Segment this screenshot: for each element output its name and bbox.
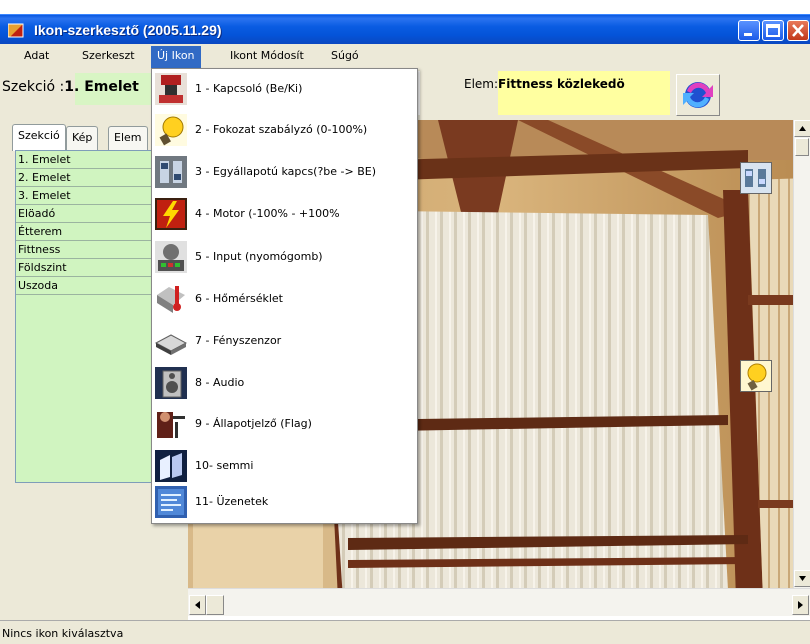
refresh-button[interactable] bbox=[676, 74, 720, 116]
scroll-down-button[interactable] bbox=[794, 570, 810, 587]
arrow-right-icon bbox=[798, 601, 803, 609]
close-button[interactable] bbox=[787, 20, 809, 41]
dimmer-bulb-icon bbox=[155, 114, 187, 146]
refresh-icon bbox=[683, 82, 713, 108]
canvas-dimmer-bulb-icon[interactable] bbox=[740, 360, 772, 392]
section-label: Szekció : bbox=[2, 79, 65, 95]
arrow-down-icon bbox=[799, 576, 806, 581]
menu-item-single-state-switch[interactable]: 3 - Egyállapotú kapcs(?be -> BE) bbox=[152, 154, 417, 190]
maximize-icon bbox=[766, 24, 780, 37]
menu-item-label: 9 - Állapotjelző (Flag) bbox=[195, 417, 312, 430]
arrow-left-icon bbox=[195, 601, 200, 609]
close-icon bbox=[792, 24, 804, 37]
pushbutton-input-icon bbox=[155, 241, 187, 273]
arrow-up-icon bbox=[799, 126, 806, 131]
status-text: Nincs ikon kiválasztva bbox=[2, 627, 124, 640]
messages-icon bbox=[155, 486, 187, 518]
element-value: Fittness közlekedö bbox=[498, 77, 625, 91]
minimize-icon bbox=[744, 33, 752, 36]
menu-item-label: 1 - Kapcsoló (Be/Ki) bbox=[195, 82, 303, 95]
scroll-up-button[interactable] bbox=[794, 120, 810, 137]
switch-icon bbox=[155, 73, 187, 105]
scroll-left-button[interactable] bbox=[189, 595, 206, 615]
single-state-switch-icon bbox=[155, 156, 187, 188]
scroll-right-button[interactable] bbox=[792, 595, 809, 615]
menu-item-label: 11- Üzenetek bbox=[195, 495, 269, 508]
light-sensor-icon bbox=[155, 325, 187, 357]
menu-item-temperature[interactable]: 6 - Hőmérséklet bbox=[152, 281, 417, 317]
new-icon-dropdown: 1 - Kapcsoló (Be/Ki) 2 - Fokozat szabály… bbox=[151, 68, 418, 524]
menu-uj-ikon[interactable]: Új Ikon bbox=[151, 46, 201, 68]
horizontal-scrollbar[interactable] bbox=[188, 588, 810, 616]
window-title: Ikon-szerkesztő (2005.11.29) bbox=[34, 22, 222, 38]
vertical-scrollbar[interactable] bbox=[793, 120, 810, 600]
menu-item-motor[interactable]: 4 - Motor (-100% - +100% bbox=[152, 196, 417, 232]
menu-item-label: 2 - Fokozat szabályzó (0-100%) bbox=[195, 123, 368, 136]
menu-item-label: 10- semmi bbox=[195, 459, 254, 472]
menu-item-label: 3 - Egyállapotú kapcs(?be -> BE) bbox=[195, 165, 377, 178]
menu-bar: Adat Szerkeszt Új Ikon Ikont Módosít Súg… bbox=[0, 44, 810, 68]
menu-ikont-modosit[interactable]: Ikont Módosít bbox=[230, 49, 304, 62]
menu-item-label: 8 - Audio bbox=[195, 376, 245, 389]
element-indicator: Elem:Fittness közlekedö bbox=[464, 77, 625, 91]
horizontal-scroll-thumb[interactable] bbox=[206, 595, 224, 615]
menu-item-label: 4 - Motor (-100% - +100% bbox=[195, 207, 340, 220]
section-indicator: Szekció :1. Emelet bbox=[2, 79, 139, 95]
menu-sugo[interactable]: Súgó bbox=[331, 49, 359, 62]
menu-item-messages[interactable]: 11- Üzenetek bbox=[152, 484, 417, 520]
menu-szerkeszt[interactable]: Szerkeszt bbox=[82, 49, 135, 62]
menu-item-label: 6 - Hőmérséklet bbox=[195, 292, 283, 305]
menu-item-pushbutton[interactable]: 5 - Input (nyomógomb) bbox=[152, 239, 417, 275]
tab-elem[interactable]: Elem bbox=[108, 126, 148, 150]
menu-item-label: 5 - Input (nyomógomb) bbox=[195, 250, 323, 263]
status-bar: Nincs ikon kiválasztva bbox=[0, 620, 810, 644]
speaker-icon bbox=[155, 367, 187, 399]
canvas-single-state-switch-icon[interactable] bbox=[740, 162, 772, 194]
menu-item-light-sensor[interactable]: 7 - Fényszenzor bbox=[152, 323, 417, 359]
menu-item-label: 7 - Fényszenzor bbox=[195, 334, 282, 347]
menu-item-flag[interactable]: 9 - Állapotjelző (Flag) bbox=[152, 406, 417, 442]
menu-item-switch[interactable]: 1 - Kapcsoló (Be/Ki) bbox=[152, 71, 417, 107]
vertical-scroll-thumb[interactable] bbox=[795, 138, 809, 156]
section-value: 1. Emelet bbox=[64, 79, 139, 95]
menu-item-nothing[interactable]: 10- semmi bbox=[152, 448, 417, 484]
app-icon bbox=[8, 23, 24, 38]
dimmer-bulb-icon bbox=[747, 363, 767, 391]
single-state-switch-icon bbox=[741, 163, 771, 193]
tab-szekcio[interactable]: Szekció bbox=[12, 124, 66, 151]
nothing-icon bbox=[155, 450, 187, 482]
flag-status-icon bbox=[155, 408, 187, 440]
motor-lightning-icon bbox=[155, 198, 187, 230]
maximize-button[interactable] bbox=[762, 20, 784, 41]
menu-item-audio[interactable]: 8 - Audio bbox=[152, 365, 417, 401]
tab-kep[interactable]: Kép bbox=[66, 126, 99, 150]
element-label: Elem: bbox=[464, 77, 499, 91]
thermometer-icon bbox=[155, 283, 187, 315]
minimize-button[interactable] bbox=[738, 20, 760, 41]
menu-adat[interactable]: Adat bbox=[24, 49, 49, 62]
title-bar: Ikon-szerkesztő (2005.11.29) bbox=[0, 14, 810, 44]
menu-item-dimmer[interactable]: 2 - Fokozat szabályzó (0-100%) bbox=[152, 112, 417, 148]
